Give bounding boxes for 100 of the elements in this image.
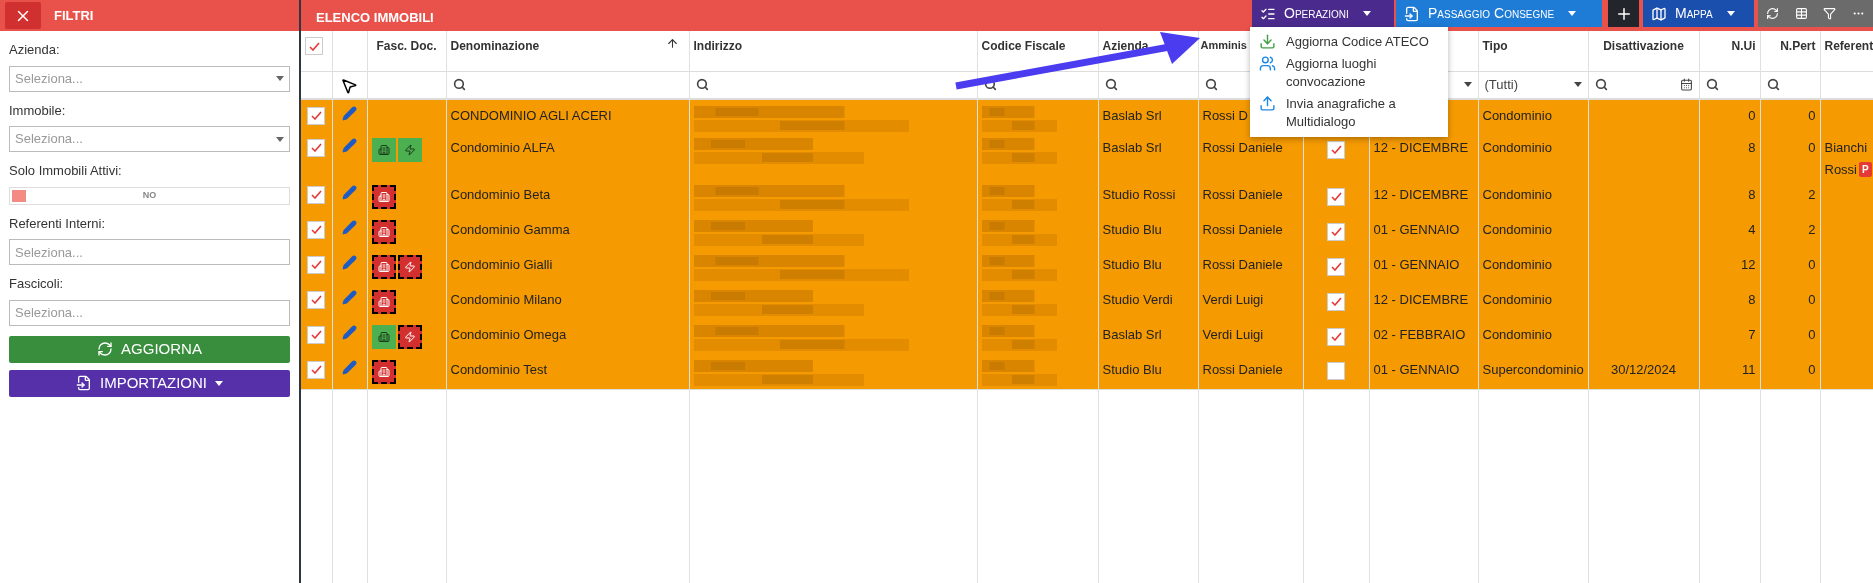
search-icon[interactable] [695,78,709,92]
search-icon[interactable] [1204,78,1218,92]
edit-icon[interactable] [342,255,357,270]
input-field[interactable]: Seleziona... [9,239,290,265]
filter-select[interactable]: (Tutti) [1484,75,1518,95]
toggle-switch[interactable]: NO [9,186,290,205]
building-doc-icon[interactable] [371,325,396,349]
refresh-icon[interactable] [1765,7,1779,20]
table-cell: 0 [1808,140,1816,155]
close-button[interactable] [5,2,41,29]
menu-item[interactable]: Aggiorna luoghi convocazione [1250,53,1448,93]
row-checkbox[interactable] [307,325,326,344]
table-cell: Rossi Daniele [1202,187,1283,202]
row-checkbox[interactable] [307,360,326,379]
table-cell: 4 [1748,222,1756,237]
table-cell: Studio Rossi [1102,187,1176,202]
table-cell: 02 - FEBBRAIO [1373,327,1466,342]
column-header[interactable]: Codice Fiscale [981,37,1066,55]
bolt-doc-icon[interactable] [397,325,422,349]
caret-icon [1463,82,1472,88]
field-label: Referenti Interni: [9,214,107,233]
check-icon [1330,332,1342,341]
main-title: ELENCO IMMOBILI [316,9,434,27]
column-header[interactable]: Fasc. Doc. [376,37,437,55]
table-cell: 11 [1742,362,1756,377]
row-checkbox[interactable] [307,255,326,274]
pointer-icon [340,77,358,95]
row-checkbox[interactable] [307,138,326,157]
edit-icon[interactable] [342,185,357,200]
check-icon [310,225,322,234]
column-header[interactable]: Indirizzo [693,37,743,55]
row-checkbox[interactable] [307,290,326,309]
search-icon[interactable] [452,78,466,92]
check-icon [310,143,322,152]
table-cell: Condominio [1482,327,1552,342]
search-icon[interactable] [1594,78,1608,92]
column-header[interactable]: Referent [1824,37,1873,55]
column-header[interactable]: Denominazione [450,37,540,55]
edit-icon[interactable] [342,325,357,340]
table-cell: Condominio [1482,187,1552,202]
building-doc-icon[interactable] [371,220,396,244]
active-checkbox[interactable] [1327,292,1345,311]
calendar-icon[interactable] [1679,78,1693,92]
add-button[interactable] [1608,0,1639,27]
bolt-doc-icon[interactable] [397,255,422,279]
toolbar-button[interactable]: Passaggio Consegne [1396,0,1602,27]
row-checkbox[interactable] [307,185,326,204]
edit-icon[interactable] [342,106,357,121]
column-header[interactable]: Amminis [1200,37,1247,54]
building-doc-icon[interactable] [371,138,396,162]
table-cell: Condominio Test [450,362,548,377]
table-cell: 8 [1748,187,1756,202]
caret-icon [276,136,284,142]
column-header[interactable]: Disattivazione [1603,37,1684,55]
building-doc-icon[interactable] [371,290,396,314]
column-header[interactable]: N.Pert [1780,37,1816,55]
table-cell: Verdi Luigi [1202,292,1264,307]
menu-item[interactable]: Invia anagrafiche a Multidialogo [1250,93,1448,133]
row-checkbox[interactable] [307,220,326,239]
edit-icon[interactable] [342,220,357,235]
active-checkbox[interactable] [1327,140,1345,159]
edit-icon[interactable] [342,360,357,375]
select-all-checkbox[interactable] [305,37,323,55]
check-icon [1330,192,1342,201]
active-checkbox[interactable] [1327,362,1345,380]
edit-icon[interactable] [342,138,357,153]
filter-icon[interactable] [1823,7,1837,20]
column-header[interactable]: N.Ui [1731,37,1756,55]
search-icon[interactable] [1766,78,1780,92]
input-field[interactable]: Seleziona... [9,299,290,326]
active-checkbox[interactable] [1327,187,1345,206]
toolbar-button[interactable]: Mappa [1643,0,1754,27]
import-button[interactable]: IMPORTAZIONI [9,369,290,397]
building-doc-icon[interactable] [371,360,396,384]
edit-icon[interactable] [342,290,357,305]
table-cell: Condominio [1482,140,1552,155]
column-header[interactable]: Tipo [1482,37,1508,55]
download-icon [1259,33,1276,50]
field-label: Azienda: [9,41,61,59]
toolbar-button[interactable]: Operazioni [1252,0,1394,27]
search-icon[interactable] [1705,78,1719,92]
check-icon [1330,262,1342,271]
table-cell: Condominio [1482,257,1552,272]
table-cell: 30/12/2024 [1610,362,1677,377]
menu-item[interactable]: Aggiorna Codice ATECO [1250,31,1448,53]
table-cell: 2 [1808,222,1816,237]
building-doc-icon[interactable] [371,255,396,279]
refresh-button[interactable]: AGGIORNA [9,335,290,363]
table-cell: CONDOMINIO AGLI ACERI [450,108,612,123]
table-cell: Verdi Luigi [1202,327,1264,342]
sort-icon[interactable] [665,37,679,50]
active-checkbox[interactable] [1327,257,1345,276]
building-doc-icon[interactable] [371,185,396,209]
table-icon[interactable] [1794,7,1808,20]
active-checkbox[interactable] [1327,327,1345,346]
column-header[interactable]: Azienda [1102,37,1149,55]
active-checkbox[interactable] [1327,222,1345,241]
search-icon[interactable] [1104,78,1118,92]
table-cell: Condominio ALFA [450,140,555,155]
row-checkbox[interactable] [307,106,326,125]
